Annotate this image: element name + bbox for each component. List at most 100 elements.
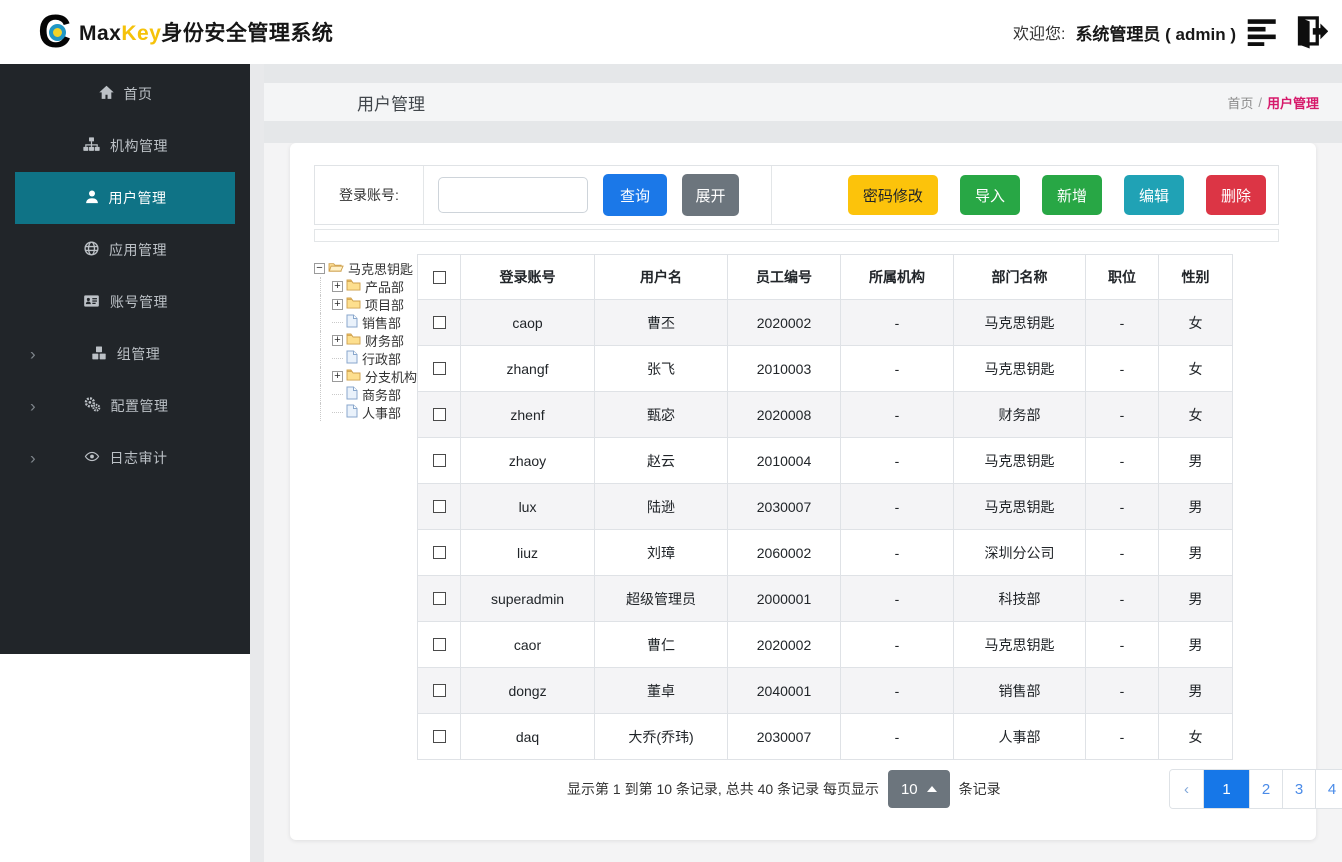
page-size-dropdown[interactable]: 10 xyxy=(887,770,950,808)
logout-icon[interactable] xyxy=(1290,15,1328,49)
row-checkbox[interactable] xyxy=(432,638,446,651)
table-row[interactable]: zhaoy 赵云 2010004- 马克思钥匙 - 男 xyxy=(417,437,1234,484)
table-row[interactable]: dongz 董卓 2040001- 销售部 - 男 xyxy=(417,667,1234,714)
folder-open-icon xyxy=(328,260,344,276)
menu-bars-icon[interactable] xyxy=(1246,18,1280,46)
table-cell: 女 xyxy=(1158,345,1234,392)
breadcrumb-current: 用户管理 xyxy=(1266,95,1319,111)
tree-node-label: 商务部 xyxy=(362,387,402,403)
action-button-4[interactable]: 编辑 xyxy=(1123,175,1184,215)
table-cell: 女 xyxy=(1158,713,1234,760)
table-cell: caor xyxy=(460,621,596,668)
select-all-checkbox[interactable] xyxy=(432,270,446,284)
tree-node[interactable]: − 马克思钥匙 xyxy=(314,259,417,277)
row-select-cell xyxy=(417,483,462,530)
row-select-cell xyxy=(417,713,462,760)
row-checkbox[interactable] xyxy=(432,684,446,697)
table-cell: - xyxy=(840,299,955,346)
table-cell: 张飞 xyxy=(594,345,729,392)
table-row[interactable]: daq 大乔(乔玮) 2030007- 人事部 - 女 xyxy=(417,713,1234,760)
row-checkbox[interactable] xyxy=(432,362,446,375)
page-button-4[interactable]: 4 xyxy=(1315,770,1342,808)
cubes-icon xyxy=(90,345,108,364)
sidebar-item-label: 首页 xyxy=(123,86,153,102)
row-checkbox[interactable] xyxy=(432,592,446,605)
tree-node[interactable]: + 产品部 xyxy=(320,277,417,295)
tree-node[interactable]: 商务部 xyxy=(320,385,417,403)
file-icon xyxy=(346,350,358,367)
page-button-2[interactable]: 2 xyxy=(1249,770,1283,808)
row-select-cell xyxy=(417,621,462,668)
expand-button[interactable]: 展开 xyxy=(682,174,739,216)
tree-node[interactable]: + 分支机构 xyxy=(320,367,417,385)
table-row[interactable]: caor 曹仁 2020002- 马克思钥匙 - 男 xyxy=(417,621,1234,668)
row-checkbox[interactable] xyxy=(432,408,446,421)
expand-expander-icon[interactable]: + xyxy=(332,370,343,382)
prev-page-button[interactable]: ‹ xyxy=(1170,770,1204,808)
column-header: 职位 xyxy=(1085,254,1160,300)
home-icon xyxy=(98,84,115,104)
table-cell: 2000001 xyxy=(727,575,842,622)
sidebar-item-1[interactable]: › 首页 xyxy=(0,68,250,120)
file-icon xyxy=(346,314,358,331)
sidebar-gutter xyxy=(250,64,264,862)
collapse-expander-icon[interactable]: − xyxy=(314,262,325,274)
table-row[interactable]: caop 曹丕 2020002- 马克思钥匙 - 女 xyxy=(417,299,1234,346)
sidebar-item-4[interactable]: › 应用管理 xyxy=(0,224,250,276)
row-select-cell xyxy=(417,575,462,622)
action-button-1[interactable]: 密码修改 xyxy=(847,175,938,215)
login-account-input[interactable] xyxy=(438,177,588,213)
main-content: 用户管理 首页 / 用户管理 登录账号: 查询 展开 密码修改 导入 新增 编辑 删除 xyxy=(264,64,1342,862)
action-button-2[interactable]: 导入 xyxy=(959,175,1020,215)
action-button-5[interactable]: 删除 xyxy=(1205,175,1266,215)
row-checkbox[interactable] xyxy=(432,500,446,513)
table-cell: - xyxy=(1085,529,1160,576)
tree-node[interactable]: + 项目部 xyxy=(320,295,417,313)
table-cell: - xyxy=(840,437,955,484)
sidebar-item-3[interactable]: › 用户管理 xyxy=(15,172,235,224)
table-cell: 甄宓 xyxy=(594,391,729,438)
row-checkbox[interactable] xyxy=(432,316,446,329)
brand-max: Max xyxy=(79,22,122,45)
tree-node[interactable]: 人事部 xyxy=(320,403,417,421)
table-cell: 男 xyxy=(1158,575,1234,622)
pagination-summary: 显示第 1 到第 10 条记录, 总共 40 条记录 每页显示 10 条记录 xyxy=(567,770,1001,808)
tree-connector xyxy=(332,393,343,395)
expand-expander-icon[interactable]: + xyxy=(332,334,343,346)
sitemap-icon xyxy=(82,136,101,156)
query-button[interactable]: 查询 xyxy=(603,174,667,216)
table-cell: 董卓 xyxy=(594,667,729,714)
sidebar-item-6[interactable]: › 组管理 xyxy=(0,328,250,380)
row-checkbox[interactable] xyxy=(432,454,446,467)
tree-connector xyxy=(332,411,343,413)
sidebar-item-2[interactable]: › 机构管理 xyxy=(0,120,250,172)
table-cell: 曹仁 xyxy=(594,621,729,668)
table-cell: 马克思钥匙 xyxy=(953,345,1087,392)
page-button-3[interactable]: 3 xyxy=(1282,770,1316,808)
tree-node[interactable]: + 财务部 xyxy=(320,331,417,349)
tree-node[interactable]: 行政部 xyxy=(320,349,417,367)
row-select-cell xyxy=(417,299,462,346)
page-button-1[interactable]: 1 xyxy=(1203,770,1250,808)
table-cell: - xyxy=(1085,299,1160,346)
table-row[interactable]: zhangf 张飞 2010003- 马克思钥匙 - 女 xyxy=(417,345,1234,392)
row-checkbox[interactable] xyxy=(432,730,446,743)
sidebar-item-5[interactable]: › 账号管理 xyxy=(0,276,250,328)
row-checkbox[interactable] xyxy=(432,546,446,559)
action-button-3[interactable]: 新增 xyxy=(1041,175,1102,215)
tree-node[interactable]: 销售部 xyxy=(320,313,417,331)
table-cell: 男 xyxy=(1158,483,1234,530)
table-cell: 男 xyxy=(1158,529,1234,576)
sidebar-item-8[interactable]: › 日志审计 xyxy=(0,432,250,484)
table-row[interactable]: lux 陆逊 2030007- 马克思钥匙 - 男 xyxy=(417,483,1234,530)
breadcrumb-home-link[interactable]: 首页 xyxy=(1227,93,1253,112)
table-row[interactable]: zhenf 甄宓 2020008- 财务部 - 女 xyxy=(417,391,1234,438)
table-row[interactable]: superadmin 超级管理员 2000001- 科技部 - 男 xyxy=(417,575,1234,622)
expand-expander-icon[interactable]: + xyxy=(332,298,343,310)
row-select-cell xyxy=(417,529,462,576)
table-cell: zhaoy xyxy=(460,437,596,484)
table-row[interactable]: liuz 刘璋 2060002- 深圳分公司 - 男 xyxy=(417,529,1234,576)
tree-node-label: 行政部 xyxy=(362,351,402,367)
expand-expander-icon[interactable]: + xyxy=(332,280,343,292)
sidebar-item-7[interactable]: › 配置管理 xyxy=(0,380,250,432)
